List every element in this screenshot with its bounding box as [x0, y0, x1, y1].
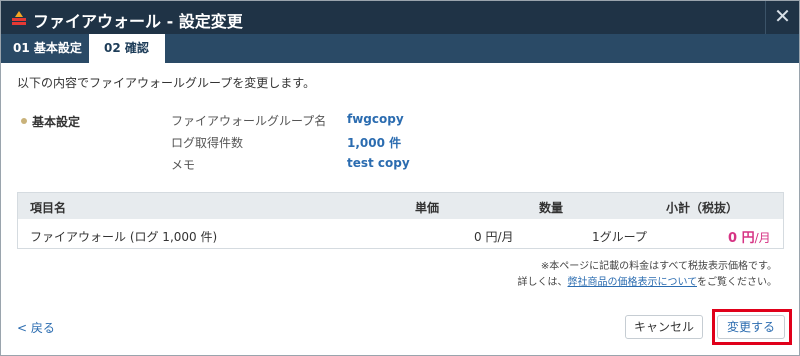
section-label-text: 基本設定 — [32, 115, 81, 129]
label-log-count: ログ取得件数 — [171, 136, 244, 150]
bullet-dot-icon — [21, 118, 27, 124]
subtotal-unit: /月 — [754, 231, 771, 245]
intro-text: 以下の内容でファイアウォールグループを変更します。 — [17, 76, 316, 90]
price-display-link[interactable]: 弊社商品の価格表示について — [568, 277, 698, 288]
tax-note: ※本ページに記載の料金はすべて税抜表示価格です。 — [540, 261, 777, 272]
dialog-titlebar: ファイアウォール - 設定変更 ✕ — [1, 1, 799, 34]
price-display-note: 詳しくは、弊社商品の価格表示についてをご覧ください。 — [518, 273, 778, 288]
cell-unit-price: 0 円/月 — [474, 230, 514, 244]
step-tabs: 01 基本設定 02 確認 — [1, 34, 799, 63]
firewall-settings-dialog: ファイアウォール - 設定変更 ✕ 01 基本設定 02 確認 以下の内容でファ… — [0, 0, 800, 356]
cell-quantity: 1グループ — [592, 230, 647, 244]
price-table: 項目名 単価 数量 小計（税抜） ファイアウォール (ログ 1,000 件) 0… — [17, 192, 784, 249]
label-memo: メモ — [171, 158, 196, 172]
submit-change-button[interactable]: 変更する — [717, 315, 785, 339]
value-log-count: 1,000 件 — [347, 136, 402, 150]
label-group-name: ファイアウォールグループ名 — [171, 114, 327, 128]
value-group-name: fwgcopy — [347, 112, 404, 126]
tab-confirm[interactable]: 02 確認 — [89, 34, 165, 63]
header-quantity: 数量 — [539, 201, 564, 215]
cancel-button[interactable]: キャンセル — [625, 315, 703, 339]
cell-subtotal: 0 円/月 — [728, 227, 771, 246]
section-basic-settings: 基本設定 — [21, 113, 80, 130]
subtotal-amount: 0 円 — [728, 231, 755, 246]
note-suffix: をご覧ください。 — [697, 277, 777, 288]
header-unit-price: 単価 — [415, 201, 440, 215]
firewall-app-icon — [10, 10, 28, 26]
table-header-row: 項目名 単価 数量 小計（税抜） — [18, 193, 783, 219]
close-icon[interactable]: ✕ — [765, 1, 799, 34]
value-memo: test copy — [347, 156, 410, 170]
cell-item-name: ファイアウォール (ログ 1,000 件) — [30, 230, 218, 244]
header-subtotal: 小計（税抜） — [666, 201, 739, 215]
tab-basic-settings[interactable]: 01 基本設定 — [1, 34, 89, 63]
note-prefix: 詳しくは、 — [517, 277, 568, 288]
dialog-title: ファイアウォール - 設定変更 — [33, 12, 243, 31]
header-item-name: 項目名 — [30, 201, 67, 215]
back-link[interactable]: < 戻る — [17, 319, 55, 336]
